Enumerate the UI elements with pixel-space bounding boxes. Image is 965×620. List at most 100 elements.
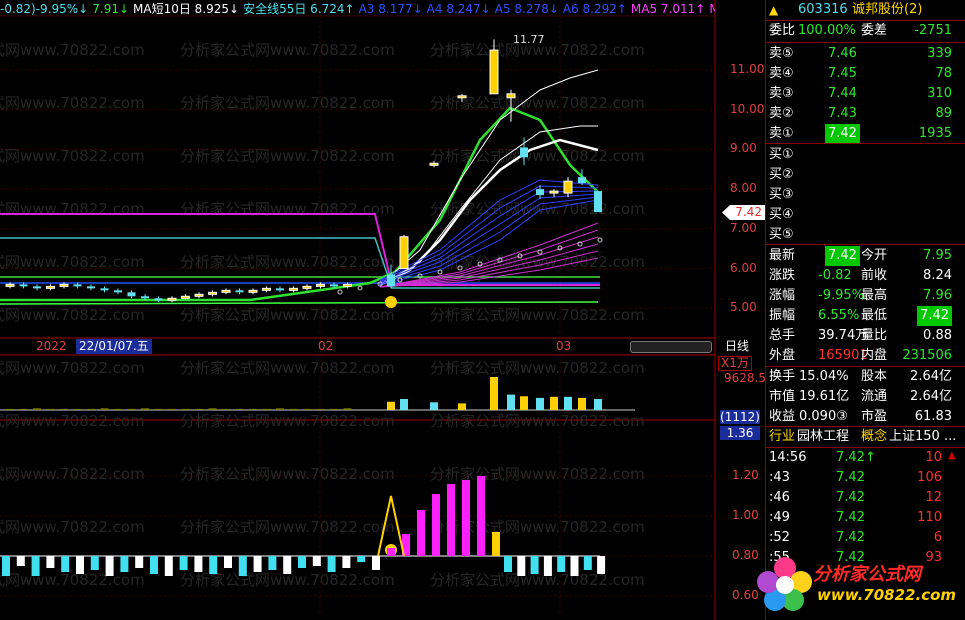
tick-row: 14:56 7.42↑ 10 (766, 448, 965, 468)
candle-body (549, 190, 559, 194)
candle-body (302, 285, 312, 289)
volume-bar (520, 396, 528, 410)
volume-bar (208, 408, 217, 410)
volume-bar (536, 397, 544, 410)
warning-icon: ▲ (769, 3, 779, 17)
stat-value: -0.82 (818, 268, 852, 283)
macd-bar (224, 556, 232, 568)
volume-bar (343, 408, 352, 410)
macd-bar (417, 510, 425, 556)
macd-bar (477, 476, 485, 556)
macd-bar (357, 556, 366, 562)
ask-row: 卖① 7.42 1935 (766, 124, 965, 144)
stat-row: 涨跌 -0.82 前收 8.24 (766, 266, 965, 286)
macd-bar (90, 556, 99, 570)
tick-price: 7.42 (836, 490, 865, 505)
candle-body (248, 289, 258, 293)
candle-body (87, 286, 95, 289)
volume-bar (262, 408, 271, 410)
bid-label: 买④ (769, 207, 794, 222)
watermark-text: 分析家公式网www.70822.com (180, 465, 395, 483)
ask-label: 卖③ (769, 86, 794, 101)
indicator-item: A6 8.292↑ (562, 2, 627, 16)
smiley-icon (385, 296, 397, 308)
price-axis-tick: 10.00 (730, 101, 765, 116)
stock-name: 诚邦股份(2) (852, 2, 923, 17)
stat-row: 外盘 165901 内盘 231506 (766, 346, 965, 366)
wb-label: 委比 (769, 23, 796, 38)
macd-bar (283, 556, 292, 574)
industry-value[interactable]: 园林工程 (797, 427, 849, 447)
tick-time: :46 (769, 490, 790, 505)
watermark-text: 分析家公式网www.70822.com (0, 518, 145, 536)
stat-value: 8.24 (923, 268, 952, 283)
candle-body (167, 297, 177, 301)
volume-bar (430, 402, 438, 410)
volume-bar (594, 399, 602, 410)
candle-body (330, 284, 338, 287)
stat-label: 内盘 (861, 348, 888, 363)
watermark-text: 分析家公式网www.70822.com (0, 465, 145, 483)
bid-label: 买② (769, 167, 794, 182)
candle-body (19, 284, 28, 287)
fund-value: 61.83 (914, 409, 952, 424)
indicator-item: A3 8.177↓ (358, 2, 423, 16)
ask-volume: 1935 (918, 126, 952, 141)
concept-value[interactable]: 上证150 ... (889, 427, 956, 447)
bid-row: 买④ (766, 205, 965, 225)
bid-row: 买③ (766, 185, 965, 205)
volume-bar (276, 408, 284, 410)
date-month-2: 03 (556, 339, 572, 353)
ask-volume: 339 (927, 46, 952, 61)
macd-bar (543, 556, 552, 576)
tick-time: 14:56 (769, 450, 807, 465)
candle-body (489, 49, 499, 95)
tick-price: 7.42 (836, 510, 865, 525)
ask-label: 卖⑤ (769, 46, 794, 61)
macd-bar (372, 556, 380, 570)
stat-label: 涨跌 (769, 268, 796, 283)
tick-time: :49 (769, 510, 790, 525)
tick-volume: 10 (925, 450, 942, 465)
macd-bar (530, 556, 539, 574)
ask-row: 卖④ 7.45 78 (766, 64, 965, 84)
wc-label: 委差 (861, 23, 888, 38)
volume-bar (550, 396, 558, 410)
stat-label: 最新 (769, 248, 796, 263)
candle-body (578, 177, 586, 184)
tick-row: :46 7.42 12 (766, 488, 965, 508)
date-month-1: 02 (318, 339, 334, 353)
price-axis-tick: 6.00 (730, 260, 757, 275)
stat-value: 231506 (902, 348, 952, 363)
kline-chart-area[interactable]: 分析家公式网www.70822.com 分析家公式网www.70822.com 分析… (0, 0, 765, 620)
volume-bar (141, 408, 149, 410)
macd-bar (209, 556, 218, 574)
date-bar: 2022 22/01/07.五 02 03 (0, 339, 715, 354)
macd-bar (120, 556, 129, 572)
indicator-item: MA6 6.854↑ (709, 2, 715, 16)
watermark-text: 分析家公式网www.70822.com (0, 571, 145, 589)
stat-value: 7.95 (923, 248, 952, 263)
watermark-text: 分析家公式网www.70822.com (180, 94, 395, 112)
volume-bar (507, 394, 515, 410)
stat-label: 最低 (861, 308, 888, 323)
volume-bar (114, 408, 122, 410)
candle-body (194, 293, 204, 297)
ask-price: 7.43 (828, 106, 857, 121)
industry-label: 行业 (769, 429, 796, 444)
tick-time: :43 (769, 470, 790, 485)
stat-label: 今开 (861, 248, 888, 263)
watermark-text: 分析家公式网www.70822.com (430, 359, 645, 377)
volume-bar (6, 408, 14, 410)
scroll-thumb[interactable] (630, 341, 712, 353)
tick-time: :52 (769, 530, 790, 545)
period-button[interactable]: 日线 (725, 339, 749, 354)
watermark-text: 分析家公式网www.70822.com (0, 200, 145, 218)
tick-price: 7.42 (836, 530, 865, 545)
candle-body (276, 288, 284, 291)
tick-scroll-up-icon[interactable]: ▲ (948, 450, 956, 461)
ask-volume: 89 (935, 106, 952, 121)
macd-bar (327, 556, 336, 572)
candle-body (289, 287, 298, 291)
indicator-item: A5 8.278↓ (494, 2, 559, 16)
